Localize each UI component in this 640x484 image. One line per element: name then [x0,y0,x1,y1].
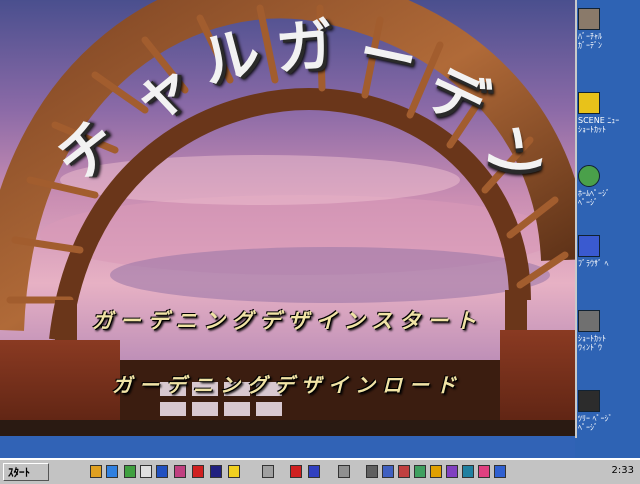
ground [0,420,575,436]
tray-icon-5[interactable] [446,465,458,478]
separator-icon [338,465,350,478]
desktop-icon-eye[interactable]: ｼｮｰﾄｶｯﾄ ｳｨﾝﾄﾞｳ [578,310,638,352]
title-char: ガ [272,10,337,84]
desktop-icon-label: ﾊﾞｰﾁｬﾙ ｶﾞｰﾃﾞﾝ [578,32,602,50]
desktop-icon-label: SCENE ﾆｭｰ ｼｮｰﾄｶｯﾄ [578,116,620,134]
window-status-strip [0,436,575,458]
tray-clock[interactable]: 2:33 [612,465,634,476]
tray-icon-6[interactable] [462,465,474,478]
tray-icon-7[interactable] [478,465,490,478]
desktop-icon-label: ﾌﾞﾗｳｻﾞ ﾍ [578,259,609,268]
desktop-icon-label: ﾂﾘｰ ﾍﾟｰｼﾞ ﾍﾟｰｼﾞ [578,414,613,432]
garden-design-start-button[interactable]: ガーデニングデザインスタート [0,305,575,335]
desktop-icon-globe[interactable]: ﾎｰﾑﾍﾟｰｼﾞ ﾍﾟｰｼﾞ [578,165,638,207]
desktop-icon-label: ｼｮｰﾄｶｯﾄ ｳｨﾝﾄﾞｳ [578,334,606,352]
taskbar: ｽﾀｰﾄ 2:33 [0,458,640,484]
arrow-icon[interactable] [262,465,274,478]
notepad-icon[interactable] [156,465,168,478]
tray-icon-8[interactable] [494,465,506,478]
desktop-icon-portrait[interactable]: ﾊﾞｰﾁｬﾙ ｶﾞｰﾃﾞﾝ [578,8,638,50]
folder-icon[interactable] [106,465,118,478]
explorer-icon[interactable] [90,465,102,478]
desktop-icon-folder[interactable]: SCENE ﾆｭｰ ｼｮｰﾄｶｯﾄ [578,92,638,134]
desktop-icon-label: ﾎｰﾑﾍﾟｰｼﾞ ﾍﾟｰｼﾞ [578,189,610,207]
doc-icon[interactable] [308,465,320,478]
folder-icon [578,92,600,114]
tray-icon-2[interactable] [398,465,410,478]
paint-icon[interactable] [174,465,186,478]
mail-icon[interactable] [124,465,136,478]
speaker-icon[interactable] [366,465,378,478]
tree-icon [578,390,600,412]
tray-icon-4[interactable] [430,465,442,478]
game-icon[interactable] [192,465,204,478]
virtual-garden-app-window: チ ャ ル ガ ー デ ン ガーデニングデザインスタート ガーデニングデザインロ… [0,0,577,438]
desktop-icon-tree[interactable]: ﾂﾘｰ ﾍﾟｰｼﾞ ﾍﾟｰｼﾞ [578,390,638,432]
tray-icon[interactable] [382,465,394,478]
window-icon [578,235,600,257]
help-icon[interactable] [228,465,240,478]
terminal-icon[interactable] [210,465,222,478]
globe-icon [578,165,600,187]
pdf-icon[interactable] [290,465,302,478]
tray-icon-3[interactable] [414,465,426,478]
window-icon[interactable] [140,465,152,478]
desktop-icon-window[interactable]: ﾌﾞﾗｳｻﾞ ﾍ [578,235,638,268]
garden-design-load-button[interactable]: ガーデニングデザインロード [0,369,575,398]
eye-icon [578,310,600,332]
start-button[interactable]: ｽﾀｰﾄ [3,463,49,481]
cloud-band [110,247,550,303]
portrait-icon [578,8,600,30]
